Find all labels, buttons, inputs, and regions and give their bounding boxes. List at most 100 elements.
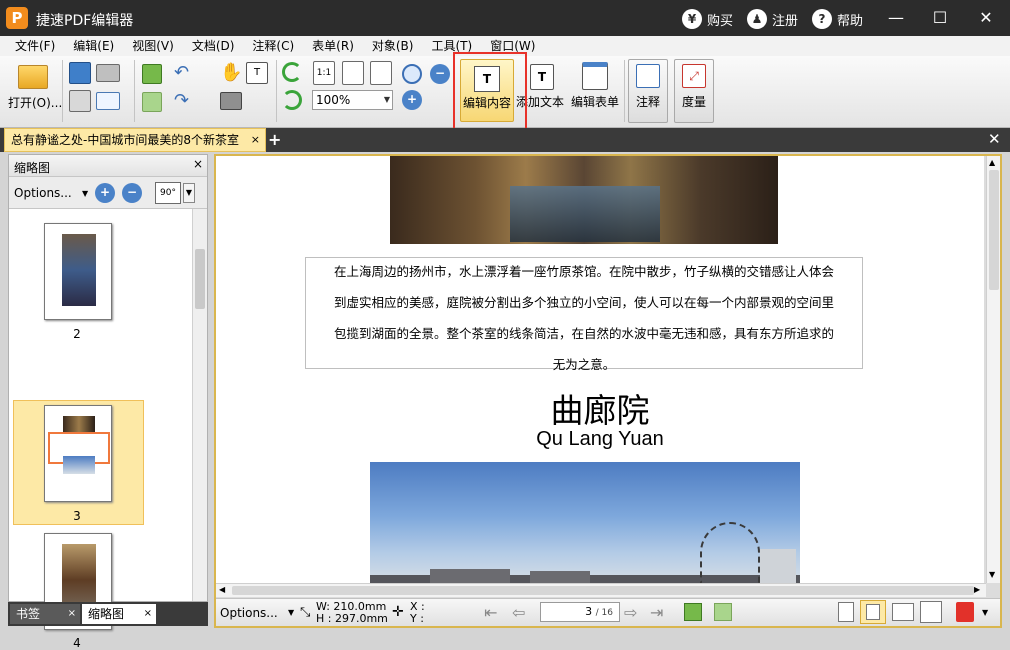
- paragraph-line: 在上海周边的扬州市，水上漂浮着一座竹原茶馆。在院中散步，竹子纵横的交错感让人体会: [333, 264, 834, 279]
- menu-view[interactable]: 视图(V): [123, 36, 183, 56]
- fit-width-icon[interactable]: [370, 61, 392, 85]
- edit-form-icon[interactable]: [582, 62, 608, 90]
- rotate-90-icon[interactable]: 90°: [155, 182, 181, 204]
- document-tab[interactable]: 总有静谧之处-中国城市间最美的8个新茶室 ×: [4, 128, 266, 152]
- zoom-select[interactable]: 100% ▼: [312, 90, 393, 110]
- go-back-icon[interactable]: [684, 603, 702, 621]
- minimize-button[interactable]: —: [884, 6, 908, 30]
- thumbnail-zoom-in-icon[interactable]: +: [95, 183, 115, 203]
- page-number-input[interactable]: 3 / 16: [540, 602, 620, 622]
- previous-page-icon[interactable]: ⇦: [512, 603, 525, 622]
- close-window-button[interactable]: ✕: [974, 6, 998, 30]
- email-icon[interactable]: [96, 92, 120, 110]
- redo-icon[interactable]: ↷: [174, 92, 196, 110]
- zoom-value: 100%: [316, 93, 351, 107]
- editable-text-box[interactable]: 在上海周边的扬州市，水上漂浮着一座竹原茶馆。在院中散步，竹子纵横的交错感让人体会…: [305, 257, 863, 372]
- close-tab-icon[interactable]: ×: [251, 129, 260, 151]
- page-size-icon: ⤡: [300, 605, 311, 620]
- thumbnails-tab[interactable]: 缩略图 ×: [82, 604, 156, 624]
- maximize-button[interactable]: ☐: [928, 6, 952, 30]
- chevron-down-icon[interactable]: ▼: [288, 608, 294, 617]
- import-icon[interactable]: [142, 64, 162, 84]
- chevron-down-icon[interactable]: ▼: [982, 608, 988, 617]
- section-heading-chinese[interactable]: 曲廊院: [216, 384, 984, 432]
- menu-comment[interactable]: 注释(C): [243, 36, 303, 56]
- paragraph-line: 包揽到湖面的全景。整个茶室的线条简洁，在自然的水波中毫无违和感，具有东方所追求的: [333, 326, 834, 341]
- garden-photo[interactable]: [370, 462, 800, 583]
- menu-edit[interactable]: 编辑(E): [64, 36, 123, 56]
- last-page-icon[interactable]: ⇥: [650, 603, 663, 622]
- bookmarks-tab[interactable]: 书签 ×: [10, 604, 80, 624]
- scroll-left-icon[interactable]: ◀: [219, 585, 225, 594]
- horizontal-scrollbar[interactable]: ◀ ▶: [216, 583, 986, 597]
- two-page-view-icon[interactable]: [892, 603, 914, 621]
- scroll-up-icon[interactable]: ▲: [989, 158, 995, 167]
- zoom-in-icon[interactable]: +: [402, 90, 422, 110]
- help-label: 帮助: [837, 13, 864, 29]
- thumbnail-zoom-out-icon[interactable]: −: [122, 183, 142, 203]
- menu-form[interactable]: 表单(R): [303, 36, 363, 56]
- pdf-page[interactable]: 在上海周边的扬州市，水上漂浮着一座竹原茶馆。在院中散步，竹子纵横的交错感让人体会…: [216, 156, 984, 583]
- courtyard-photo[interactable]: [390, 156, 778, 244]
- thumbnail-options-button[interactable]: Options...: [14, 186, 72, 200]
- thumbnail-list: 2 3 4: [9, 209, 192, 650]
- fit-page-icon[interactable]: [342, 61, 364, 85]
- chevron-down-icon[interactable]: ▼: [183, 183, 195, 203]
- help-button[interactable]: ? 帮助: [812, 8, 863, 30]
- annotate-icon: [636, 64, 660, 88]
- cursor-position-icon: ✛: [392, 604, 404, 620]
- select-text-icon[interactable]: T: [246, 62, 268, 84]
- scroll-thumb[interactable]: [232, 586, 974, 595]
- chevron-down-icon[interactable]: ▼: [82, 189, 88, 198]
- register-button[interactable]: ♟ 注册: [747, 8, 798, 30]
- buy-button[interactable]: ¥ 购买: [682, 8, 733, 30]
- continuous-view-icon[interactable]: [860, 600, 886, 624]
- grid-view-icon[interactable]: [920, 601, 942, 623]
- menu-document[interactable]: 文档(D): [183, 36, 244, 56]
- go-forward-icon[interactable]: [714, 603, 732, 621]
- panel-close-icon[interactable]: ×: [193, 157, 203, 171]
- thumbnail-page-number: 4: [73, 636, 81, 650]
- page-total: / 16: [595, 608, 613, 618]
- close-all-tabs-button[interactable]: ✕: [988, 130, 1001, 148]
- vertical-scrollbar[interactable]: ▲ ▼: [986, 156, 1000, 583]
- section-heading-english[interactable]: Qu Lang Yuan: [216, 428, 984, 451]
- help-icon: ?: [812, 9, 832, 29]
- document-frame: 在上海周边的扬州市，水上漂浮着一座竹原茶馆。在院中散步，竹子纵横的交错感让人体会…: [214, 154, 1002, 628]
- hand-tool-icon[interactable]: ✋: [220, 62, 242, 84]
- next-page-icon[interactable]: ⇨: [624, 603, 637, 622]
- scroll-thumb[interactable]: [195, 249, 205, 309]
- edit-form-label[interactable]: 编辑表单: [571, 93, 619, 110]
- single-page-view-icon[interactable]: [838, 602, 854, 622]
- open-button-label[interactable]: 打开(O)...: [8, 94, 62, 111]
- print-icon[interactable]: [69, 90, 91, 112]
- status-options-button[interactable]: Options...: [220, 606, 278, 620]
- save-icon[interactable]: [69, 62, 91, 84]
- page-height: H : 297.0mm: [316, 612, 388, 625]
- snapshot-icon[interactable]: [220, 92, 242, 110]
- zoom-marquee-icon[interactable]: [402, 64, 422, 84]
- first-page-icon[interactable]: ⇤: [484, 603, 497, 622]
- pdf-icon[interactable]: [956, 602, 974, 622]
- new-tab-button[interactable]: +: [268, 131, 281, 149]
- scroll-right-icon[interactable]: ▶: [974, 585, 980, 594]
- scroll-thumb[interactable]: [989, 170, 999, 290]
- scroll-down-icon[interactable]: ▼: [989, 570, 995, 579]
- menu-object[interactable]: 对象(B): [363, 36, 423, 56]
- actual-size-icon[interactable]: 1:1: [313, 61, 335, 85]
- open-folder-icon[interactable]: [18, 65, 48, 89]
- print-settings-icon[interactable]: [96, 64, 120, 82]
- export-icon[interactable]: [142, 92, 162, 112]
- rotate-counterclockwise-icon[interactable]: [282, 90, 302, 110]
- paragraph-line: 无为之意。: [552, 357, 616, 372]
- menu-file[interactable]: 文件(F): [6, 36, 64, 56]
- thumbnail-scrollbar[interactable]: [192, 209, 207, 601]
- thumbnail-page-2[interactable]: [44, 223, 112, 320]
- thumbnail-page-number: 3: [73, 509, 81, 523]
- add-text-icon[interactable]: T: [530, 64, 554, 90]
- undo-icon[interactable]: ↶: [174, 64, 196, 82]
- thumbnail-page-3[interactable]: [44, 405, 112, 502]
- thumbnail-page-number: 2: [73, 327, 81, 341]
- zoom-out-icon[interactable]: −: [430, 64, 450, 84]
- rotate-clockwise-icon[interactable]: [282, 62, 302, 82]
